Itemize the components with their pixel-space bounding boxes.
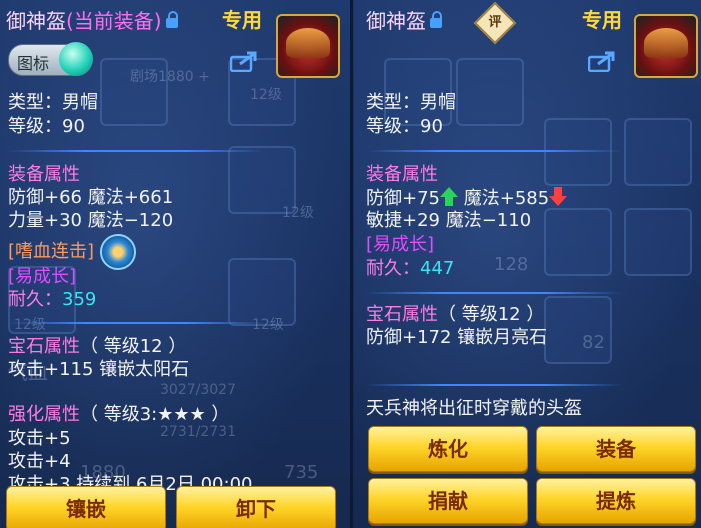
- bg-tile: [456, 58, 524, 126]
- gem-level: （ 等级12 ）: [80, 336, 187, 357]
- bg-tile: [544, 296, 612, 364]
- equip-attr-title: 装备属性: [8, 164, 80, 185]
- enhance-attr-title: 强化属性: [8, 404, 80, 425]
- enhance-line: 攻击+4: [8, 451, 71, 472]
- equipped-tag: (当前装备): [66, 9, 162, 33]
- equip-attr-title: 装备属性: [366, 164, 438, 185]
- helmet-item-icon[interactable]: [634, 14, 698, 78]
- gem-attr-header: 宝石属性（ 等级12 ）: [8, 336, 186, 358]
- gem-level: （ 等级12 ）: [438, 304, 545, 325]
- bg-ghost-text: 剧场1880 +: [130, 69, 210, 85]
- enhance-line: 攻击+5: [8, 428, 71, 449]
- item-title: 御神盔: [366, 10, 442, 32]
- arrow-up-icon: [440, 187, 458, 207]
- toggle-knob: [59, 42, 93, 76]
- skill-icon[interactable]: [100, 234, 136, 270]
- exclusive-label: 专用: [582, 8, 622, 32]
- gem-attr-header: 宝石属性（ 等级12 ）: [366, 304, 544, 326]
- review-badge-label: 评: [488, 15, 502, 30]
- lock-icon: [430, 10, 442, 28]
- donate-button[interactable]: 捐献: [368, 478, 528, 524]
- bg-ghost-text: 12级: [250, 87, 282, 103]
- divider: [366, 292, 622, 294]
- attr-defense: 防御+75: [366, 188, 440, 209]
- extract-button[interactable]: 提炼: [536, 478, 696, 524]
- share-icon[interactable]: [588, 50, 618, 72]
- gem-line: 防御+172 镶嵌月亮石: [366, 327, 548, 348]
- refine-button[interactable]: 炼化: [368, 426, 528, 472]
- divider: [366, 384, 622, 386]
- durability: 耐久：447: [366, 258, 454, 280]
- durability-label: 耐久：: [8, 289, 62, 310]
- icon-toggle[interactable]: 图标: [8, 42, 93, 76]
- unequip-button[interactable]: 卸下: [176, 486, 336, 528]
- bg-ghost-text: 12级: [282, 205, 314, 221]
- enhance-attr-header: 强化属性（ 等级3:★★★ ）: [8, 404, 229, 426]
- divider: [366, 150, 622, 152]
- special-skill: [嗜血连击]: [8, 241, 95, 262]
- bg-ghost-text: 2731/2731: [160, 424, 236, 440]
- equip-button[interactable]: 装备: [536, 426, 696, 472]
- share-icon[interactable]: [230, 50, 260, 72]
- attr-magic: 魔法+585: [463, 188, 550, 209]
- item-name: 御神盔: [6, 9, 66, 33]
- icon-toggle-label: 图标: [17, 54, 50, 73]
- attr-line: 防御+75 魔法+585: [366, 187, 568, 210]
- arrow-down-icon: [549, 187, 568, 207]
- growth-trait: [易成长]: [366, 234, 435, 255]
- item-title: 御神盔(当前装备): [6, 10, 178, 32]
- durability-value: 447: [420, 258, 455, 279]
- exclusive-label: 专用: [222, 8, 262, 32]
- divider: [8, 150, 264, 152]
- bg-ghost-text: 12级: [252, 317, 284, 333]
- bg-tile: [544, 118, 612, 186]
- durability: 耐久：359: [8, 289, 96, 311]
- current-equipment-panel: 剧场1880 + 12级 12级 12级 12级 气血 3027/3027 27…: [0, 0, 353, 528]
- bg-ghost-text: 128: [494, 254, 529, 275]
- bg-ghost-text: 82: [582, 332, 605, 353]
- equipment-compare-screen: 剧场1880 + 12级 12级 12级 12级 气血 3027/3027 27…: [0, 0, 701, 528]
- item-type: 类型：男帽: [8, 92, 98, 113]
- gem-attr-title: 宝石属性: [8, 336, 80, 357]
- attr-line: 防御+66 魔法+661: [8, 187, 174, 208]
- durability-value: 359: [62, 289, 97, 310]
- item-description: 天兵神将出征时穿戴的头盔: [366, 398, 582, 419]
- gem-attr-title: 宝石属性: [366, 304, 438, 325]
- enhance-level: （ 等级3:★★★ ）: [80, 404, 230, 425]
- bg-ghost-text: 3027/3027: [160, 382, 236, 398]
- bg-ghost-text: 12级: [14, 317, 46, 333]
- attr-line: 力量+30 魔法−120: [8, 210, 174, 231]
- divider: [8, 322, 264, 324]
- review-badge-icon[interactable]: 评: [473, 1, 517, 45]
- selected-equipment-panel: 128 82 御神盔 评 专用 类型：男帽 等级：90 装备属性 防御+75 魔…: [354, 0, 701, 528]
- bg-tile: [544, 208, 612, 276]
- item-type: 类型：男帽: [366, 92, 456, 113]
- item-level: 等级：90: [366, 116, 443, 137]
- bg-ghost-text: 735: [284, 462, 319, 483]
- bg-tile: [624, 208, 692, 276]
- bg-tile: [624, 118, 692, 186]
- item-name: 御神盔: [366, 9, 426, 33]
- attr-line: 敏捷+29 魔法−110: [366, 210, 532, 231]
- inlay-button[interactable]: 镶嵌: [6, 486, 166, 528]
- lock-icon: [165, 10, 178, 28]
- durability-label: 耐久：: [366, 258, 420, 279]
- item-level: 等级：90: [8, 116, 85, 137]
- growth-trait: [易成长]: [8, 266, 77, 287]
- helmet-item-icon[interactable]: [276, 14, 340, 78]
- gem-line: 攻击+115 镶嵌太阳石: [8, 359, 190, 380]
